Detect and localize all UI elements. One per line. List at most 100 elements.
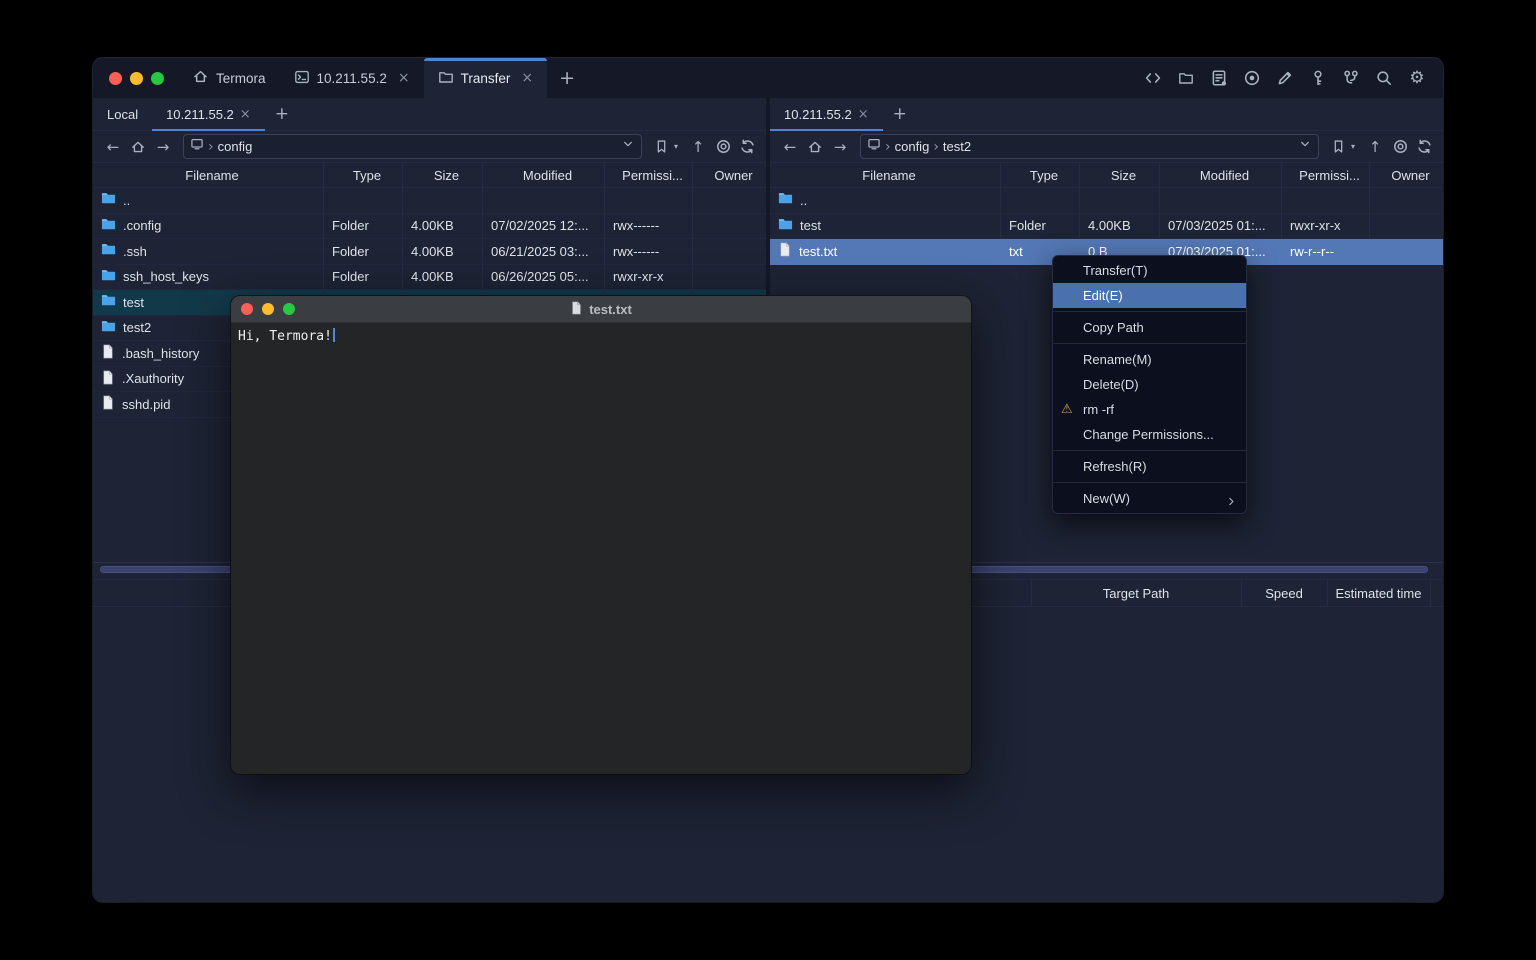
table-row[interactable]: .sshFolder4.00KB06/21/2025 03:...rwx----…	[93, 239, 766, 265]
chevron-down-icon[interactable]	[1298, 137, 1312, 156]
back-button[interactable]: ←	[101, 138, 125, 156]
breadcrumb[interactable]: test2	[943, 139, 971, 154]
column-header[interactable]: Filename	[770, 163, 1001, 187]
column-header[interactable]: Size	[1080, 163, 1160, 187]
close-tab-icon[interactable]: ×	[858, 107, 869, 122]
key-icon[interactable]	[1306, 66, 1330, 90]
editor-close-button[interactable]	[241, 303, 253, 315]
home-button[interactable]	[804, 135, 826, 159]
home-button[interactable]	[127, 135, 149, 159]
table-row[interactable]: ssh_host_keysFolder4.00KB06/26/2025 05:.…	[93, 265, 766, 291]
transfer-column-header[interactable]: Estimated time	[1327, 580, 1430, 606]
column-header[interactable]: Owner	[693, 163, 766, 187]
menu-item-new-w-[interactable]: New(W)	[1053, 486, 1246, 511]
up-directory-button[interactable]: ↑	[686, 138, 710, 156]
bookmark-dropdown-icon[interactable]: ▾	[674, 142, 684, 151]
owner-cell	[1370, 188, 1443, 213]
column-header[interactable]: Permissi...	[1282, 163, 1370, 187]
folder-icon[interactable]	[1174, 66, 1198, 90]
tab-transfer[interactable]: Transfer ×	[424, 58, 548, 98]
table-row[interactable]: ..	[770, 188, 1443, 214]
transfer-column-header[interactable]: Target Path	[1031, 580, 1241, 606]
menu-item-label: Rename(M)	[1083, 352, 1152, 367]
menu-item-change-permissions-[interactable]: Change Permissions...	[1053, 422, 1246, 447]
folder-icon	[101, 319, 116, 337]
filename-cell: test.txt	[770, 239, 1001, 264]
breadcrumb[interactable]: config	[218, 139, 253, 154]
forward-button[interactable]: →	[828, 138, 852, 156]
menu-item-refresh-r-[interactable]: Refresh(R)	[1053, 454, 1246, 479]
breadcrumb[interactable]: config	[895, 139, 930, 154]
home-icon	[192, 68, 209, 88]
zoom-window-button[interactable]	[151, 72, 164, 85]
chevron-down-icon[interactable]	[621, 137, 635, 156]
column-header[interactable]: Type	[324, 163, 403, 187]
menu-item-label: Delete(D)	[1083, 377, 1139, 392]
titlebar: Termora 10.211.55.2 × Transfer × + ⚙	[93, 58, 1443, 98]
left-tab-local[interactable]: Local	[93, 98, 152, 130]
permissions-cell	[605, 188, 693, 213]
editor-titlebar[interactable]: test.txt	[231, 296, 971, 323]
refresh-button[interactable]	[736, 135, 758, 159]
left-path-input[interactable]: ›config	[183, 134, 642, 159]
minimize-window-button[interactable]	[130, 72, 143, 85]
owner-cell	[693, 188, 766, 213]
column-header[interactable]: Permissi...	[605, 163, 693, 187]
modified-cell: 06/26/2025 05:...	[483, 265, 605, 290]
record-icon[interactable]	[1240, 66, 1264, 90]
back-button[interactable]: ←	[778, 138, 802, 156]
new-tab-button[interactable]: +	[547, 58, 587, 98]
column-header[interactable]: Type	[1001, 163, 1080, 187]
snippet-icon[interactable]	[1207, 66, 1231, 90]
code-icon[interactable]	[1141, 66, 1165, 90]
close-tab-icon[interactable]: ×	[240, 107, 251, 122]
search-icon[interactable]	[1372, 66, 1396, 90]
menu-item-delete-d-[interactable]: Delete(D)	[1053, 372, 1246, 397]
editor-minimize-button[interactable]	[262, 303, 274, 315]
computer-icon	[867, 137, 881, 156]
column-header[interactable]: Size	[403, 163, 483, 187]
tab-home[interactable]: Termora	[178, 58, 280, 98]
tab-label: 10.211.55.2	[317, 71, 387, 86]
menu-item-rename-m-[interactable]: Rename(M)	[1053, 347, 1246, 372]
editor-zoom-button[interactable]	[283, 303, 295, 315]
show-hidden-files-button[interactable]	[1389, 135, 1411, 159]
show-hidden-files-button[interactable]	[712, 135, 734, 159]
table-row[interactable]: .configFolder4.00KB07/02/2025 12:...rwx-…	[93, 214, 766, 240]
window-controls	[93, 58, 178, 98]
close-window-button[interactable]	[109, 72, 122, 85]
menu-item-rm-rf[interactable]: ⚠rm -rf	[1053, 397, 1246, 422]
table-row[interactable]: testFolder4.00KB07/03/2025 01:...rwxr-xr…	[770, 214, 1443, 240]
gear-icon[interactable]: ⚙	[1405, 66, 1429, 90]
bookmark-button[interactable]	[650, 135, 672, 159]
column-header[interactable]: Filename	[93, 163, 324, 187]
left-new-tab-button[interactable]: +	[265, 98, 299, 130]
up-directory-button[interactable]: ↑	[1363, 138, 1387, 156]
menu-item-copy-path[interactable]: Copy Path	[1053, 315, 1246, 340]
column-header[interactable]: Modified	[1160, 163, 1282, 187]
right-path-input[interactable]: ›config›test2	[860, 134, 1319, 159]
menu-item-edit-e-[interactable]: Edit(E)	[1053, 283, 1246, 308]
right-tab-10-211-55-2[interactable]: 10.211.55.2×	[770, 98, 883, 130]
forward-button[interactable]: →	[151, 138, 175, 156]
editor-content[interactable]: Hi, Termora!	[231, 323, 971, 349]
tab-label: Transfer	[461, 71, 511, 86]
close-tab-icon[interactable]: ×	[521, 70, 533, 86]
right-new-tab-button[interactable]: +	[883, 98, 917, 130]
menu-item-transfer-t-[interactable]: Transfer(T)	[1053, 258, 1246, 283]
keychain-icon[interactable]	[1339, 66, 1363, 90]
folder-icon	[101, 242, 116, 260]
size-cell: 4.00KB	[1080, 214, 1160, 239]
pencil-icon[interactable]	[1273, 66, 1297, 90]
refresh-button[interactable]	[1413, 135, 1435, 159]
column-header[interactable]: Owner	[1370, 163, 1443, 187]
bookmark-dropdown-icon[interactable]: ▾	[1351, 142, 1361, 151]
transfer-column-header[interactable]: Speed	[1241, 580, 1327, 606]
column-header[interactable]: Modified	[483, 163, 605, 187]
left-tab-10-211-55-2[interactable]: 10.211.55.2×	[152, 98, 265, 130]
bookmark-button[interactable]	[1327, 135, 1349, 159]
table-row[interactable]: ..	[93, 188, 766, 214]
close-tab-icon[interactable]: ×	[398, 70, 410, 86]
type-cell: Folder	[324, 239, 403, 264]
tab-10-211-55-2[interactable]: 10.211.55.2 ×	[280, 58, 424, 98]
